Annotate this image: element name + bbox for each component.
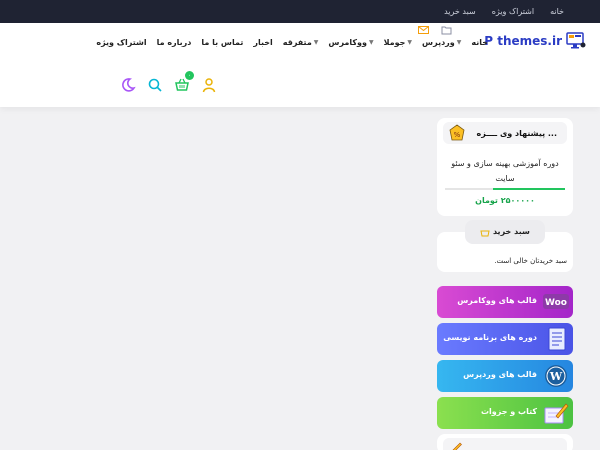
nav-item-label: اشتراک ویژه (96, 38, 147, 47)
chevron-down-icon: ▼ (368, 39, 374, 46)
svg-text:%: % (454, 131, 461, 139)
nav-item-wordpress[interactable]: وردپرس ▼ (422, 38, 461, 47)
mail-icon (418, 26, 429, 34)
search-icon[interactable] (147, 77, 163, 93)
nav-item-label: خانه (471, 38, 488, 47)
woocommerce-icon: Woo (543, 294, 569, 309)
chevron-down-icon: ▼ (313, 39, 319, 46)
site-header: P themes.ir خانه وردپرس ▼ جوملا ▼ ووکامرس ▼… (0, 23, 600, 107)
svg-text:W: W (549, 370, 563, 383)
logo-text: P themes.ir (484, 34, 562, 48)
category-label: قالب های ووکامرس (457, 296, 537, 305)
nav-item-about[interactable]: درباره ما (157, 38, 192, 47)
nav-item-label: متفرقه (282, 38, 312, 47)
top-bar: خانه اشتراک ویژه سبد خرید (0, 0, 600, 23)
offer-progress-bar (445, 188, 565, 190)
document-icon (548, 327, 566, 351)
nav-item-label: ووکامرس (328, 38, 367, 47)
chevron-down-icon: ▼ (407, 39, 413, 46)
svg-text:Woo: Woo (545, 298, 567, 308)
category-label: دوره های برنامه نویسی (443, 333, 537, 342)
nav-item-subscription[interactable]: اشتراک ویژه (96, 38, 146, 47)
top-links: خانه اشتراک ویژه سبد خرید (444, 0, 564, 23)
top-link-home[interactable]: خانه (550, 7, 564, 16)
main-nav: خانه وردپرس ▼ جوملا ▼ ووکامرس ▼ متفرقه ▼ اخب… (96, 38, 488, 47)
notebook-pencil-icon (544, 403, 569, 424)
offer-price: ۲۵۰۰۰۰۰ تومان (475, 196, 535, 205)
offer-title: پیشنهاد وی ــــزه ... (476, 129, 557, 138)
cart-count-badge: ۰ (185, 71, 194, 80)
discount-tag-icon: % (449, 124, 465, 141)
basket-title: سبد خرید (492, 227, 530, 236)
basket-empty-message: سبد خریدتان خالی است. (494, 257, 567, 265)
category-programming-courses[interactable]: دوره های برنامه نویسی (437, 323, 573, 355)
offer-course-title[interactable]: دوره آموزشی بهینه سازی و سئو سایت (445, 156, 565, 186)
pencil-icon (452, 442, 462, 450)
bottom-widget-card (437, 434, 573, 450)
nav-item-label: تماس با ما (201, 38, 244, 47)
folder-icon (441, 26, 452, 35)
category-woocommerce-themes[interactable]: Woo قالب های ووکامرس (437, 286, 573, 318)
nav-item-label: اخبار (253, 38, 273, 47)
offer-progress-fill (493, 188, 565, 190)
nav-item-label: وردپرس (422, 38, 455, 47)
nav-item-contact[interactable]: تماس با ما (201, 38, 243, 47)
nav-item-news[interactable]: اخبار (253, 38, 272, 47)
chevron-down-icon: ▼ (456, 39, 462, 46)
wordpress-icon: W (545, 365, 567, 387)
monitor-icon (566, 32, 586, 49)
special-offer-card: پیشنهاد وی ــــزه ... % دوره آموزشی بهین… (437, 118, 573, 216)
basket-icon (480, 230, 490, 236)
nav-icons (418, 25, 452, 35)
nav-item-home[interactable]: خانه (471, 38, 488, 47)
category-wordpress-themes[interactable]: W قالب های وردپرس (437, 360, 573, 392)
nav-item-label: درباره ما (156, 38, 192, 47)
moon-icon[interactable] (120, 77, 136, 93)
top-link-cart[interactable]: سبد خرید (444, 7, 476, 16)
nav-item-misc[interactable]: متفرقه ▼ (283, 38, 319, 47)
user-icon[interactable] (201, 77, 217, 93)
header-actions: ۰ (120, 71, 217, 93)
category-books-notes[interactable]: کتاب و جزوات (437, 397, 573, 429)
nav-item-joomla[interactable]: جوملا ▼ (384, 38, 412, 47)
nav-item-woocommerce[interactable]: ووکامرس ▼ (328, 38, 373, 47)
shopping-basket-card: سبد خرید سبد خریدتان خالی است. (437, 220, 573, 272)
top-link-subscription[interactable]: اشتراک ویژه (492, 7, 534, 16)
bottom-widget-header (443, 438, 567, 450)
category-label: قالب های وردپرس (463, 370, 537, 379)
site-logo[interactable]: P themes.ir (484, 29, 586, 53)
basket-header: سبد خرید (465, 220, 545, 244)
cart-button[interactable]: ۰ (174, 71, 194, 93)
nav-item-label: جوملا (383, 38, 406, 47)
offer-header: پیشنهاد وی ــــزه ... % (443, 122, 567, 144)
category-label: کتاب و جزوات (481, 407, 537, 416)
